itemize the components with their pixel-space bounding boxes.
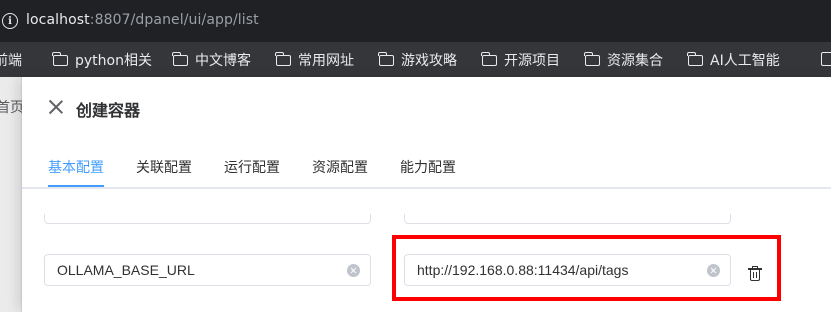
create-container-drawer: 创建容器 基本配置 关联配置 运行配置 资源配置 能力配置 OLLAMA_BAS…: [22, 77, 831, 312]
url-host: localhost: [26, 12, 90, 28]
folder-icon: [275, 51, 291, 66]
bookmark-label: 常用网址: [298, 53, 354, 69]
bookmark-ai[interactable]: AI人工智能: [687, 50, 780, 70]
folder-icon: [687, 51, 703, 66]
url-text[interactable]: localhost:8807/dpanel/ui/app/list: [26, 12, 259, 28]
bookmark-open-source[interactable]: 开源项目: [481, 50, 560, 70]
folder-icon: [172, 51, 188, 66]
bookmark-common-sites[interactable]: 常用网址: [275, 50, 354, 70]
env-name-value: OLLAMA_BASE_URL: [57, 262, 195, 278]
bookmark-python[interactable]: python相关: [52, 50, 152, 70]
trash-body: [750, 270, 760, 281]
folder-icon: [378, 51, 394, 66]
screen: i localhost:8807/dpanel/ui/app/list 前端 p…: [0, 0, 831, 312]
drawer-overlay[interactable]: [0, 77, 22, 312]
bookmark-frontend[interactable]: 前端: [0, 50, 22, 70]
bookmark-label: 资源集合: [607, 53, 663, 69]
env-name-input[interactable]: OLLAMA_BASE_URL: [44, 254, 371, 286]
tab-capability-config[interactable]: 能力配置: [400, 157, 456, 177]
close-icon[interactable]: [48, 99, 64, 115]
folder-icon: [584, 51, 600, 66]
bookmark-label: 游戏攻略: [401, 53, 457, 69]
env-value-input[interactable]: http://192.168.0.88:11434/api/tags: [404, 254, 731, 286]
config-tabs: 基本配置 关联配置 运行配置 资源配置 能力配置: [22, 147, 831, 189]
env-value-text: http://192.168.0.88:11434/api/tags: [417, 262, 629, 278]
tab-basic-config[interactable]: 基本配置: [48, 157, 104, 177]
trash-line: [756, 272, 758, 278]
bookmark-chinese-blog[interactable]: 中文博客: [172, 50, 251, 70]
trash-line: [753, 272, 755, 278]
url-path: :8807/dpanel/ui/app/list: [89, 12, 259, 28]
bookmark-label: 中文博客: [195, 53, 251, 69]
bookmark-resources[interactable]: 资源集合: [584, 50, 663, 70]
bookmark-label: AI人工智能: [710, 53, 780, 69]
active-tab-indicator: [48, 185, 104, 187]
delete-row-icon[interactable]: [748, 266, 762, 281]
clear-icon[interactable]: [347, 264, 360, 277]
env-value-input-prev[interactable]: [404, 214, 731, 224]
drawer-title: 创建容器: [76, 101, 141, 120]
clear-icon[interactable]: [707, 264, 720, 277]
bookmarks-bar: 前端 python相关 中文博客 常用网址 游戏攻略 开源项目 资源集合 AI人…: [0, 42, 831, 77]
env-name-input-prev[interactable]: [44, 214, 371, 224]
bookmark-label: python相关: [75, 53, 152, 69]
folder-icon: [481, 51, 497, 66]
tab-resource-config[interactable]: 资源配置: [312, 157, 368, 177]
site-info-icon[interactable]: i: [2, 13, 18, 29]
bookmark-label: 开源项目: [504, 53, 560, 69]
bookmark-game-guides[interactable]: 游戏攻略: [378, 50, 457, 70]
tab-link-config[interactable]: 关联配置: [136, 157, 192, 177]
folder-icon: [52, 51, 68, 66]
tab-run-config[interactable]: 运行配置: [224, 157, 280, 177]
browser-address-bar[interactable]: i localhost:8807/dpanel/ui/app/list: [0, 0, 831, 42]
bookmark-overflow-icon[interactable]: [818, 48, 831, 68]
bookmark-label: 前端: [0, 53, 22, 69]
